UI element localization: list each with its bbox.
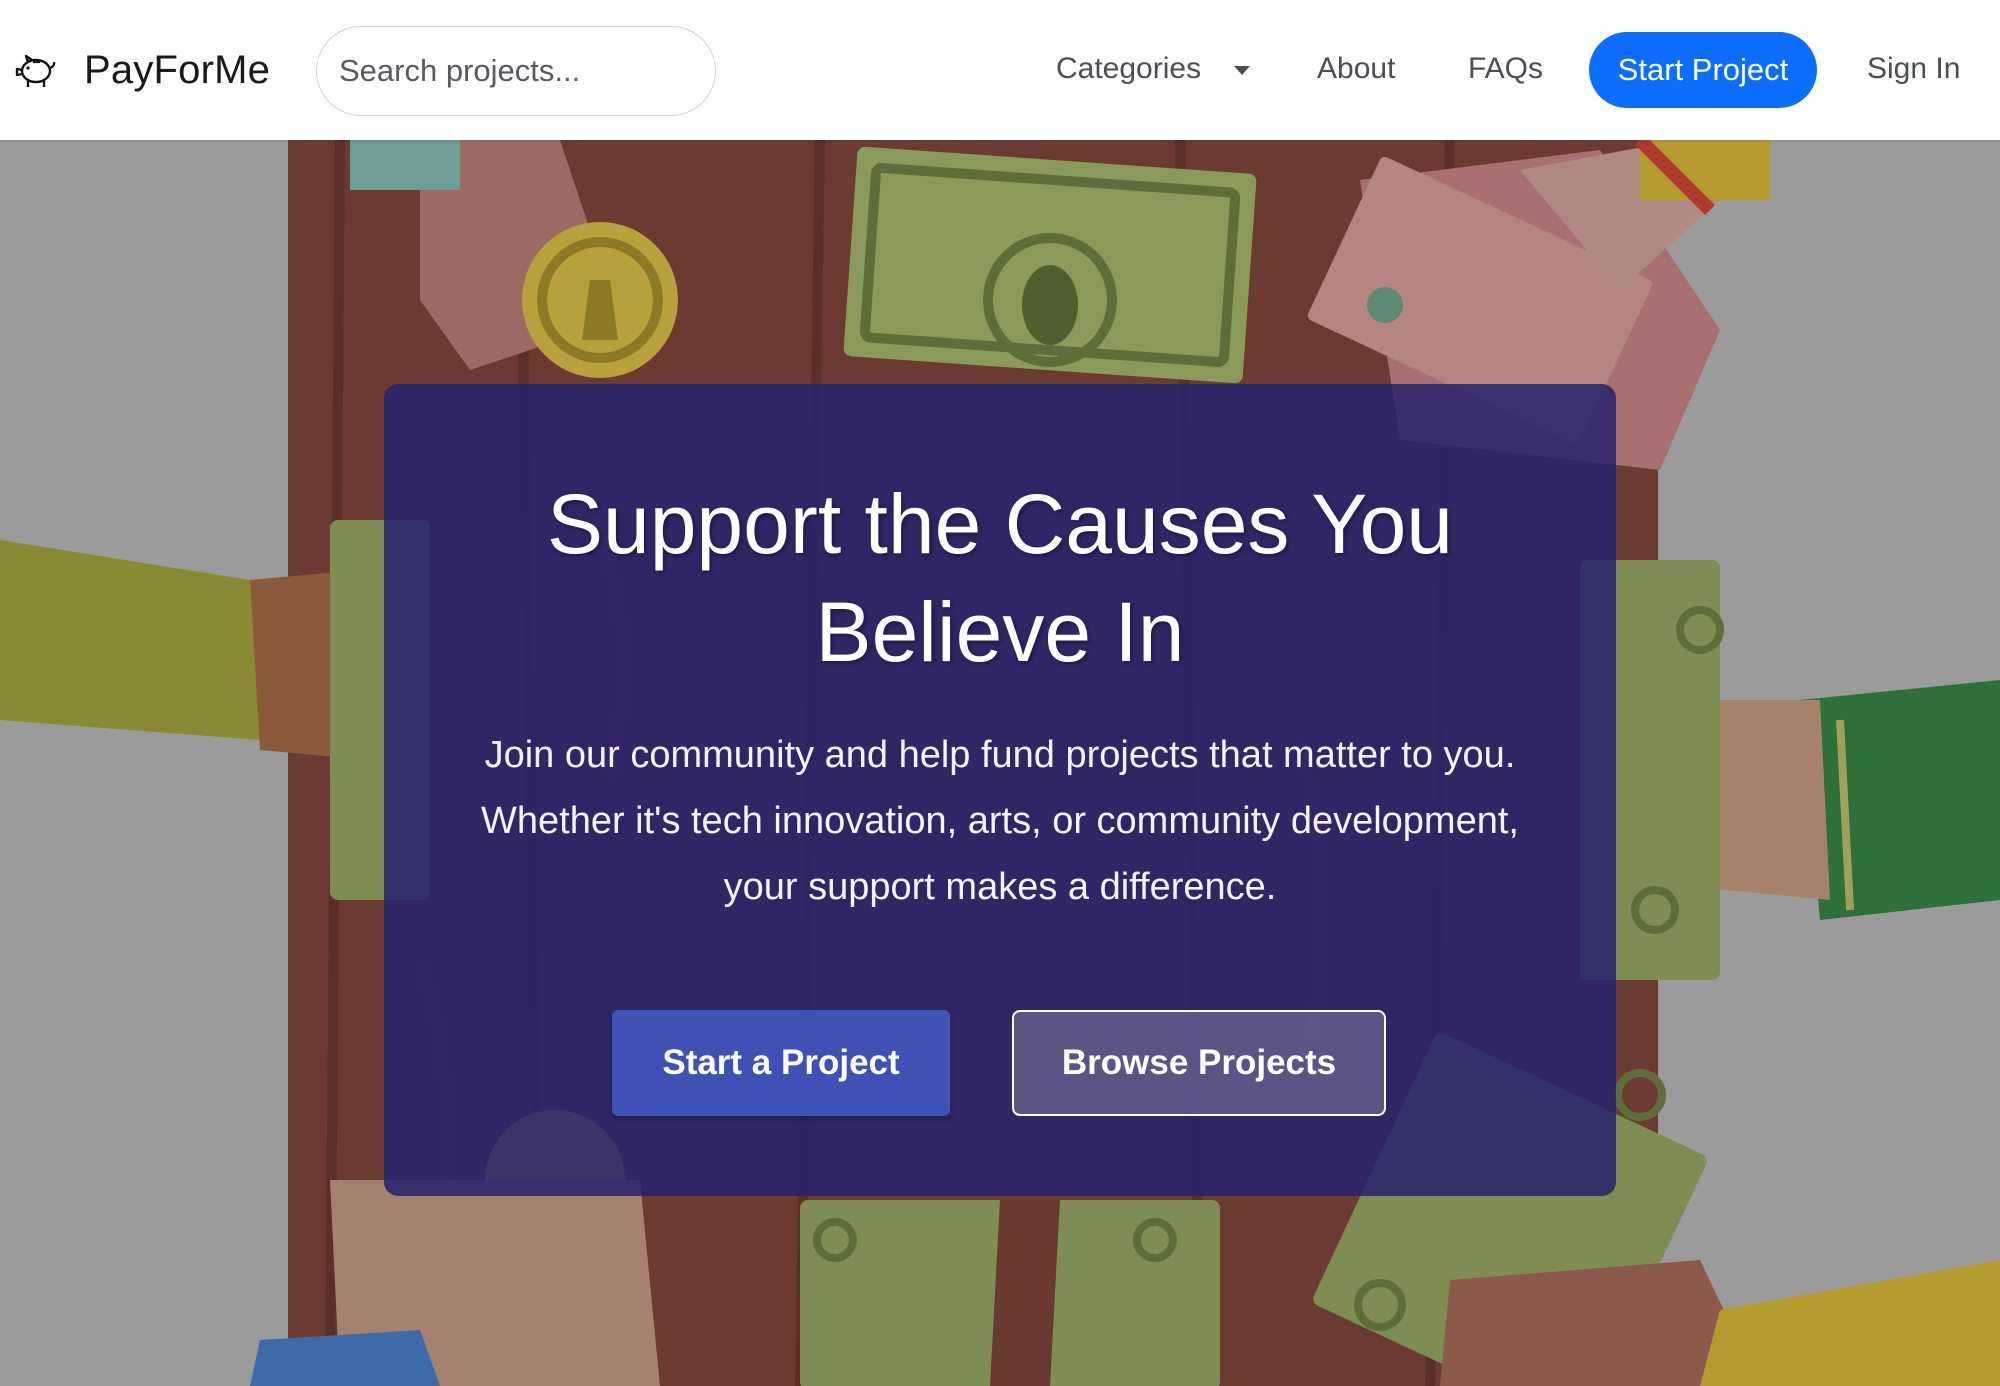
categories-label: Categories xyxy=(1056,52,1202,85)
piggy-bank-icon xyxy=(15,54,56,87)
hero-title: Support the Causes You Believe In xyxy=(546,477,1454,679)
start-a-project-button[interactable]: Start a Project xyxy=(612,1010,950,1116)
caret-down-icon xyxy=(1234,65,1251,75)
hero-card: Support the Causes You Believe In Join o… xyxy=(384,384,1616,1196)
top-navbar: PayForMe Categories About FAQs Start Pro… xyxy=(0,0,2000,140)
hero-description: Join our community and help fund project… xyxy=(481,734,1519,908)
start-project-button[interactable]: Start Project xyxy=(1589,32,1817,108)
nav-link-about[interactable]: About xyxy=(1317,52,1395,86)
sign-in-link[interactable]: Sign In xyxy=(1867,52,1960,86)
money-bill-top xyxy=(843,146,1257,384)
nav-link-faqs[interactable]: FAQs xyxy=(1468,52,1543,86)
categories-dropdown[interactable]: Categories xyxy=(1056,52,1251,86)
brand-link[interactable]: PayForMe xyxy=(14,40,270,100)
brand-name: PayForMe xyxy=(84,47,271,92)
browse-projects-button[interactable]: Browse Projects xyxy=(1012,1010,1386,1116)
search-input[interactable] xyxy=(316,26,716,116)
